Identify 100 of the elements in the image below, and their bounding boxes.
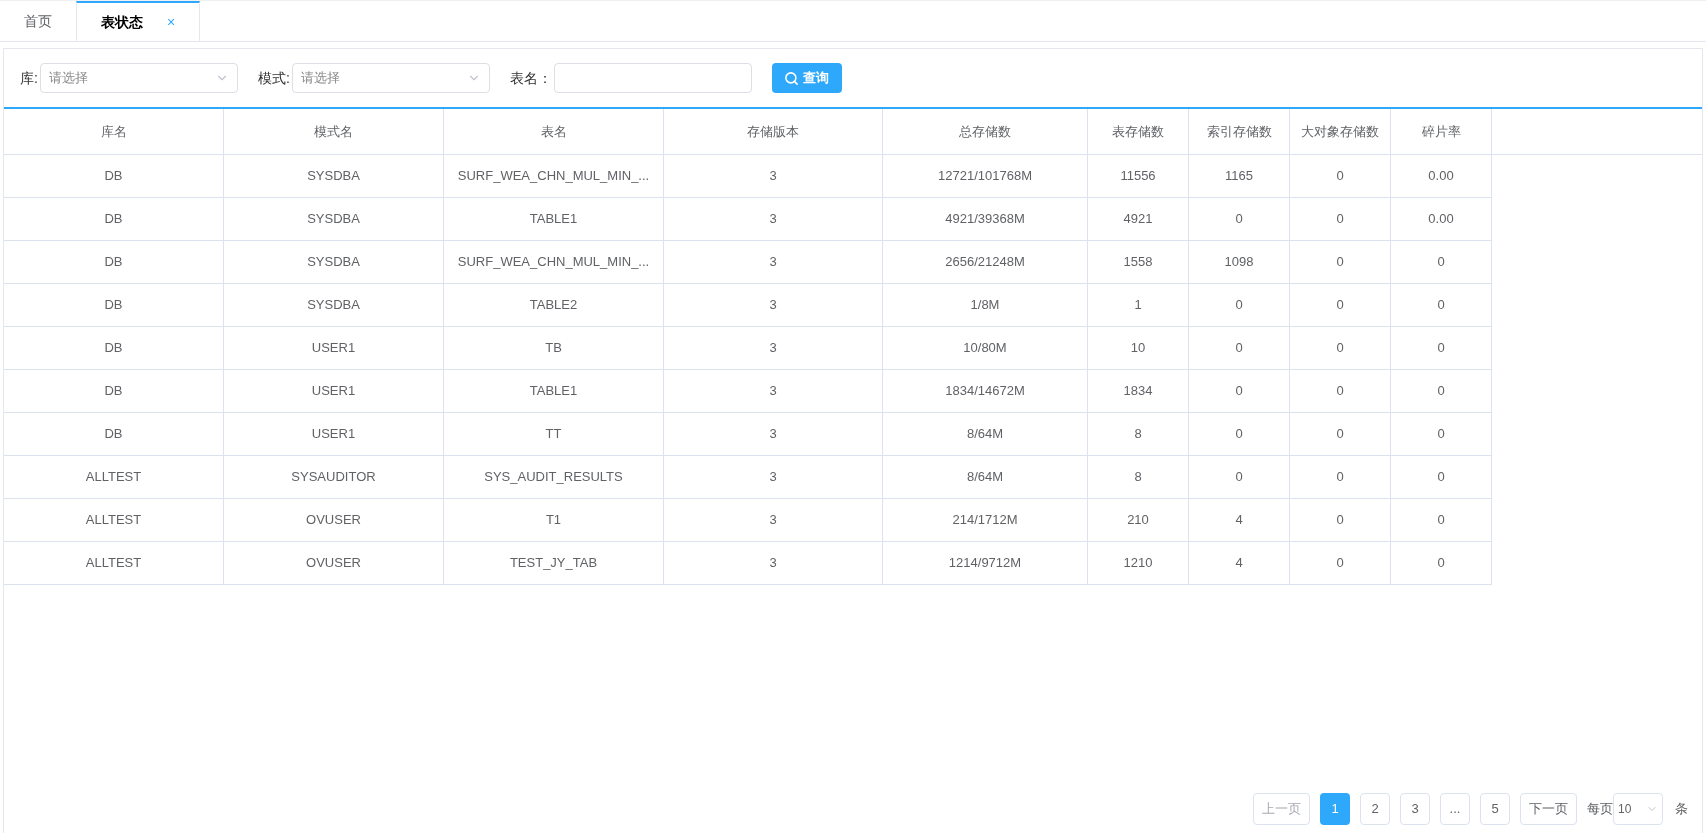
table-cell: 3 [664,155,883,197]
table-cell: 0 [1189,284,1290,326]
page-button[interactable]: 5 [1480,793,1510,825]
page-button[interactable]: 2 [1360,793,1390,825]
table-cell: 8/64M [883,456,1088,498]
table-cell: 1834 [1088,370,1189,412]
table-cell: 4921 [1088,198,1189,240]
table-cell: 4 [1189,542,1290,584]
table-cell: 4 [1189,499,1290,541]
table-cell: USER1 [224,370,444,412]
page-button[interactable]: ... [1440,793,1470,825]
table-cell: 3 [664,542,883,584]
column-header: 总存储数 [883,109,1088,154]
column-header: 碎片率 [1391,109,1492,154]
page-size-select[interactable]: 10 [1613,793,1663,825]
input-field[interactable] [553,63,752,93]
table-cell: SYSDBA [224,241,444,283]
table-cell: SURF_WEA_CHN_MUL_MIN_... [444,155,664,197]
table-cell: 0 [1290,456,1391,498]
table-cell: 0 [1189,370,1290,412]
table-cell: DB [4,241,224,283]
table-cell: ALLTEST [4,456,224,498]
table-cell: 3 [664,499,883,541]
table-cell: 10 [1088,327,1189,369]
table-cell: 1 [1088,284,1189,326]
table-cell: 0.00 [1391,198,1492,240]
table-cell: 1/8M [883,284,1088,326]
table-cell: DB [4,284,224,326]
table-cell: DB [4,370,224,412]
table-cell: TABLE1 [444,370,664,412]
table-cell: 0 [1391,413,1492,455]
page-button[interactable]: 3 [1400,793,1430,825]
table-cell: SYS_AUDIT_RESULTS [444,456,664,498]
tab[interactable]: 表状态 × [76,1,201,41]
table-cell: 0 [1391,370,1492,412]
column-header: 存储版本 [664,109,883,154]
table-cell: TEST_JY_TAB [444,542,664,584]
filter-label: 表名： [509,68,552,88]
table-cell: ALLTEST [4,499,224,541]
table-cell: 0 [1290,370,1391,412]
table-cell: 0 [1290,241,1391,283]
table-cell: 8 [1088,413,1189,455]
table-cell: 0 [1189,198,1290,240]
table-cell: 0 [1189,327,1290,369]
table-cell: 4921/39368M [883,198,1088,240]
table-cell: 10/80M [883,327,1088,369]
table-cell: 2656/21248M [883,241,1088,283]
table-cell: SYSDBA [224,198,444,240]
column-header: 表存储数 [1088,109,1189,154]
table-cell: DB [4,198,224,240]
select-field[interactable]: 请选择 [39,63,238,93]
table-cell: 0 [1391,284,1492,326]
table-cell: SYSDBA [224,155,444,197]
search-icon [784,70,800,86]
table-cell: 0 [1290,327,1391,369]
table-cell: 1214/9712M [883,542,1088,584]
table-cell: TABLE2 [444,284,664,326]
table-cell: 0 [1391,542,1492,584]
table-cell: 0 [1391,456,1492,498]
table-cell: T1 [444,499,664,541]
table-cell: DB [4,327,224,369]
column-header: 索引存储数 [1189,109,1290,154]
select-field[interactable]: 请选择 [291,63,490,93]
table-cell: 0 [1189,456,1290,498]
column-header: 模式名 [224,109,444,154]
column-header: 大对象存储数 [1290,109,1391,154]
table-cell: 0 [1290,155,1391,197]
table-cell: 0 [1290,499,1391,541]
table-cell: 0 [1290,284,1391,326]
table-cell: USER1 [224,327,444,369]
table-cell: 1098 [1189,241,1290,283]
filter-label: 库: [20,68,38,88]
table-cell: 8 [1088,456,1189,498]
column-header: 表名 [444,109,664,154]
table-cell: SURF_WEA_CHN_MUL_MIN_... [444,241,664,283]
table-cell: TT [444,413,664,455]
table-cell: 0 [1290,413,1391,455]
tab[interactable]: 首页 [0,1,76,41]
table-cell: 11556 [1088,155,1189,197]
next-page-button[interactable]: 下一页 [1520,793,1577,825]
table-cell: 3 [664,198,883,240]
table-cell: 3 [664,370,883,412]
table-cell: 0 [1290,198,1391,240]
table-cell: SYSDBA [224,284,444,326]
table-cell: 8/64M [883,413,1088,455]
filter-label: 模式: [257,68,290,88]
table-cell: DB [4,413,224,455]
table-cell: 1165 [1189,155,1290,197]
table-cell: 0 [1391,327,1492,369]
table-cell: USER1 [224,413,444,455]
table-cell: 1558 [1088,241,1189,283]
table-cell: TABLE1 [444,198,664,240]
table-cell: 0 [1189,413,1290,455]
table-cell: 1210 [1088,542,1189,584]
table-cell: 0 [1391,241,1492,283]
table-cell: ALLTEST [4,542,224,584]
table-cell: 3 [664,327,883,369]
table-cell: OVUSER [224,542,444,584]
column-header: 库名 [4,109,224,154]
table-cell: 0.00 [1391,155,1492,197]
